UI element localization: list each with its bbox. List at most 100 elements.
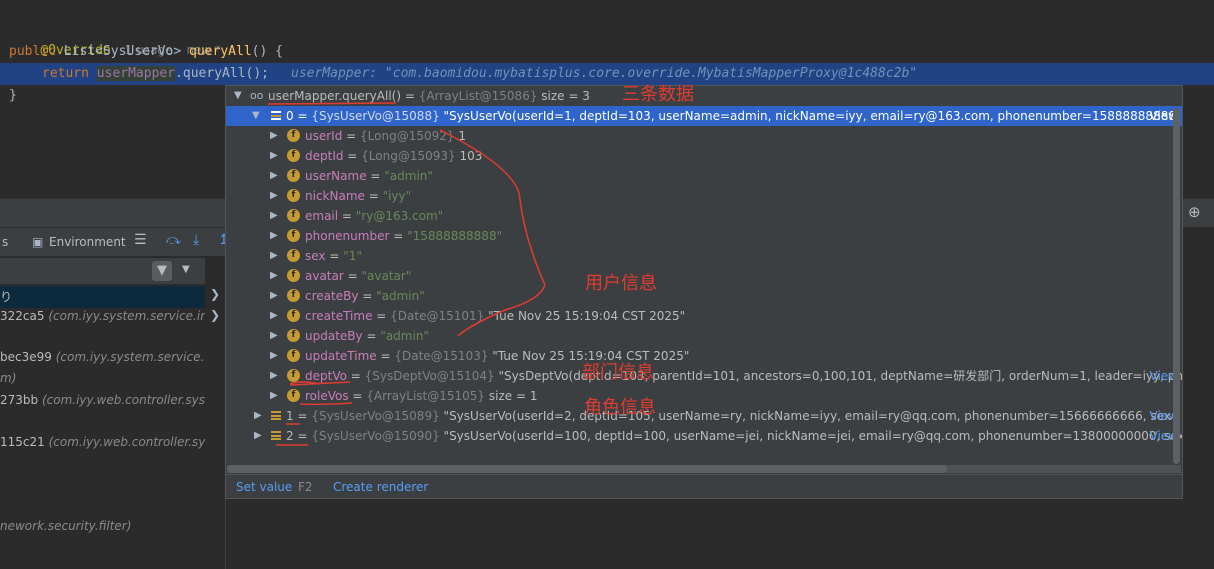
popup-footer: Set value F2 Create renderer <box>226 474 1182 499</box>
chevron-right-icon[interactable]: ▶ <box>270 346 278 366</box>
field-value: size = 1 <box>488 389 538 403</box>
field-icon: f <box>287 169 300 182</box>
field-value: "ry@163.com" <box>355 209 444 223</box>
chevron-right-icon[interactable]: ▶ <box>270 366 278 386</box>
tree-row-item-0[interactable]: ▼ 0 = {SysUserVo@15088} "SysUserVo(userI… <box>226 106 1182 126</box>
chevron-right-icon[interactable]: ▶ <box>270 146 278 166</box>
code-line-return: return userMapper.queryAll(); userMapper:… <box>42 64 917 84</box>
frames-list[interactable]: り 322ca5 (com.iyy.system.service.imp bec… <box>0 284 206 569</box>
field-icon: f <box>287 289 300 302</box>
chevron-right-icon[interactable]: ▶ <box>270 246 278 266</box>
field-name: roleVos <box>305 389 349 403</box>
field-name: userId <box>305 129 343 143</box>
item-ref: {SysUserVo@15089} <box>311 409 440 423</box>
chevron-right-icon[interactable]: ▶ <box>270 226 278 246</box>
tree-row-field-roleVos[interactable]: ▶ f roleVos = {ArrayList@15105} size = 1 <box>226 386 1182 406</box>
field-name: createTime <box>305 309 373 323</box>
crosshair-icon[interactable]: ⊕ <box>1188 203 1201 221</box>
field-name: sex <box>305 249 326 263</box>
field-value: "admin" <box>380 329 429 343</box>
set-value-shortcut: F2 <box>298 480 313 494</box>
variables-gutter: ❯ ❯ <box>205 258 226 569</box>
tree-row-field-updateTime[interactable]: ▶ f updateTime = {Date@15103} "Tue Nov 25 … <box>226 346 1182 366</box>
field-value: "15888888888" <box>407 229 503 243</box>
popup-horizontal-scrollbar[interactable] <box>227 465 1181 473</box>
field-ref: {Long@15092} <box>360 129 455 143</box>
tree-row-root[interactable]: ▼ oo userMapper.queryAll() = {ArrayList@… <box>226 86 1182 106</box>
tree-row-field-sex[interactable]: ▶ f sex = "1" <box>226 246 1182 266</box>
tree-row-field-phonenumber[interactable]: ▶ f phonenumber = "15888888888" <box>226 226 1182 246</box>
tree-row-field-createBy[interactable]: ▶ f createBy = "admin" <box>226 286 1182 306</box>
tree-row-field-deptId[interactable]: ▶ f deptId = {Long@15093} 103 <box>226 146 1182 166</box>
chevron-right-icon[interactable]: ▶ <box>270 266 278 286</box>
chevron-right-icon[interactable]: ▶ <box>270 186 278 206</box>
frame-item[interactable]: 115c21 (com.iyy.web.controller.syst <box>0 433 205 455</box>
environment-tab[interactable]: Environment <box>49 235 126 249</box>
chevron-right-icon[interactable]: ▶ <box>270 306 278 326</box>
field-icon: f <box>287 229 300 242</box>
field-value: "avatar" <box>361 269 412 283</box>
annotation-three-records: 三条数据 <box>622 84 694 105</box>
chevron-down-icon[interactable]: ▼ <box>234 86 242 106</box>
field-name: deptId <box>305 149 344 163</box>
frame-item[interactable]: nework.security.filter) <box>0 517 205 539</box>
item-value: "SysUserVo(userId=100, deptId=100, userN… <box>443 429 1182 443</box>
chevron-right-icon[interactable]: ▶ <box>254 406 262 426</box>
tree-row-item-1[interactable]: ▶ 1 = {SysUserVo@15089} "SysUserVo(userI… <box>226 406 1182 426</box>
create-renderer-link[interactable]: Create renderer <box>333 475 428 499</box>
field-name: phonenumber <box>305 229 390 243</box>
chevron-right-icon[interactable]: ❯ <box>210 287 220 301</box>
tree-row-field-userName[interactable]: ▶ f userName = "admin" <box>226 166 1182 186</box>
tree-row-field-updateBy[interactable]: ▶ f updateBy = "admin" <box>226 326 1182 346</box>
field-name: updateBy <box>305 329 363 343</box>
scrollbar-thumb[interactable] <box>227 465 947 473</box>
field-ref: {Date@15103} <box>394 349 489 363</box>
popup-vertical-scrollbar[interactable] <box>1173 108 1180 464</box>
set-value-link[interactable]: Set value <box>236 475 292 499</box>
environment-icon: ▣ <box>32 235 44 249</box>
step-over-icon[interactable]: ⤼ <box>166 232 181 248</box>
tree-row-field-userId[interactable]: ▶ f userId = {Long@15092} 1 <box>226 126 1182 146</box>
user-mapper-ref[interactable]: userMapper <box>96 66 176 81</box>
tree-row-field-avatar[interactable]: ▶ f avatar = "avatar" <box>226 266 1182 286</box>
field-value: "iyy" <box>382 189 412 203</box>
frame-item[interactable]: 273bb (com.iyy.web.controller.syste <box>0 391 205 413</box>
field-ref: {ArrayList@15105} <box>366 389 486 403</box>
tree-row-field-createTime[interactable]: ▶ f createTime = {Date@15101} "Tue Nov 25 … <box>226 306 1182 326</box>
tree-row-field-deptVo[interactable]: ▶ f deptVo = {SysDeptVo@15104} "SysDeptVo(… <box>226 366 1182 386</box>
chevron-right-icon[interactable]: ▶ <box>254 426 262 446</box>
frame-item[interactable]: 322ca5 (com.iyy.system.service.imp <box>0 307 205 329</box>
tree-row-field-nickName[interactable]: ▶ f nickName = "iyy" <box>226 186 1182 206</box>
dropdown-arrow-icon[interactable]: ▼ <box>182 264 190 275</box>
field-name: deptVo <box>305 369 347 383</box>
chevron-right-icon[interactable]: ▶ <box>270 166 278 186</box>
chevron-right-icon[interactable]: ▶ <box>270 206 278 226</box>
signature-tail: () { <box>251 44 283 59</box>
threads-tab[interactable]: s <box>2 235 8 249</box>
frame-item[interactable]: m) <box>0 369 205 391</box>
tree-row-field-email[interactable]: ▶ f email = "ry@163.com" <box>226 206 1182 226</box>
tree-row-item-2[interactable]: ▶ 2 = {SysUserVo@15090} "SysUserVo(userI… <box>226 426 1182 446</box>
chevron-right-icon[interactable]: ▶ <box>270 386 278 406</box>
field-icon: f <box>287 209 300 222</box>
debug-value-popup[interactable]: ▼ oo userMapper.queryAll() = {ArrayList@… <box>225 85 1183 499</box>
item-index: 2 <box>286 429 294 443</box>
frame-item[interactable]: り <box>0 286 205 308</box>
chevron-right-icon[interactable]: ❯ <box>210 308 220 322</box>
chevron-right-icon[interactable]: ▶ <box>270 326 278 346</box>
field-name: createBy <box>305 289 359 303</box>
field-name: userName <box>305 169 367 183</box>
chevron-down-icon[interactable]: ▼ <box>252 106 260 126</box>
public-keyword: public <box>9 44 56 59</box>
filter-icon[interactable]: ▼ <box>152 261 172 281</box>
root-size: size = 3 <box>541 89 590 103</box>
field-name: nickName <box>305 189 365 203</box>
chevron-right-icon[interactable]: ▶ <box>270 286 278 306</box>
chevron-right-icon[interactable]: ▶ <box>270 126 278 146</box>
step-into-icon[interactable]: ⤓ <box>193 232 199 248</box>
frame-item[interactable]: bec3e99 (com.iyy.system.service.in <box>0 348 205 370</box>
menu-icon[interactable]: ☰ <box>134 232 147 248</box>
root-ref: {ArrayList@15086} <box>418 89 538 103</box>
field-name: updateTime <box>305 349 377 363</box>
item-ref: {SysUserVo@15088} <box>311 109 440 123</box>
